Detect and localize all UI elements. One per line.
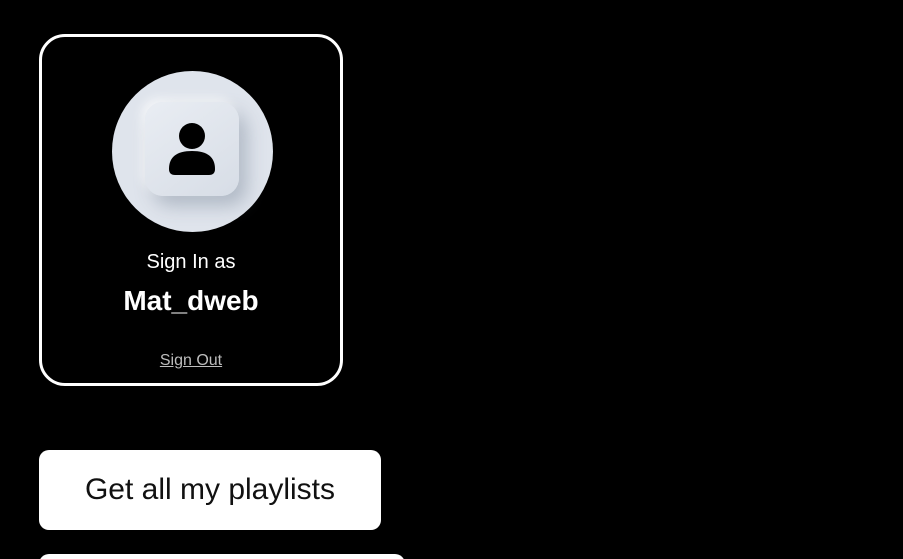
page: Sign In as Mat_dweb Sign Out Get all my … [0,0,903,559]
avatar [112,71,273,232]
username: Mat_dweb [123,285,259,316]
avatar-tile [145,102,239,196]
get-all-playlists-button[interactable]: Get all my playlists [39,450,381,530]
profile-card: Sign In as Mat_dweb Sign Out [39,34,343,386]
sign-out-link[interactable]: Sign Out [42,352,340,370]
signin-label: Sign In as [146,251,236,273]
next-button[interactable] [39,554,405,559]
user-icon [169,123,215,175]
